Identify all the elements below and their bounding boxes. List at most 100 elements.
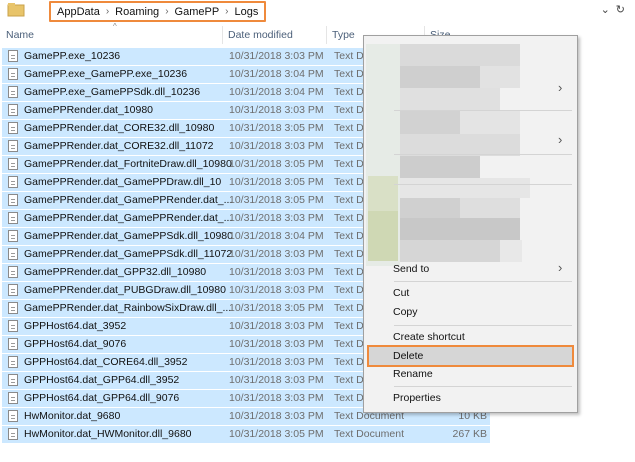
- blurred-region: [400, 44, 520, 66]
- file-name: GPPHost64.dat_9076: [24, 338, 127, 350]
- file-date: 10/31/2018 3:03 PM: [229, 248, 324, 260]
- chevron-down-icon[interactable]: ⌄: [601, 3, 610, 16]
- text-file-icon: [8, 122, 18, 134]
- blurred-region: [400, 66, 480, 88]
- blurred-region: [400, 218, 520, 240]
- file-date: 10/31/2018 3:05 PM: [229, 158, 324, 170]
- blurred-region: [400, 178, 530, 198]
- breadcrumb-item-appdata[interactable]: AppData: [57, 6, 100, 18]
- blurred-region: [400, 88, 500, 110]
- file-name: GPPHost64.dat_GPP64.dll_9076: [24, 392, 180, 404]
- breadcrumb-item-gamepp[interactable]: GamePP: [175, 6, 220, 18]
- breadcrumb-item-logs[interactable]: Logs: [235, 6, 259, 18]
- menu-separator: [394, 110, 572, 111]
- text-file-icon: [8, 302, 18, 314]
- file-date: 10/31/2018 3:04 PM: [229, 68, 324, 80]
- file-name: GPPHost64.dat_GPP64.dll_3952: [24, 374, 180, 386]
- file-name: GamePPRender.dat_CORE32.dll_11072: [24, 140, 214, 152]
- text-file-icon: [8, 230, 18, 242]
- file-type: Text Document: [334, 428, 405, 440]
- breadcrumb[interactable]: AppData › Roaming › GamePP › Logs: [49, 1, 267, 22]
- text-file-icon: [8, 320, 18, 332]
- text-file-icon: [8, 140, 18, 152]
- file-name: GamePPRender.dat_FortniteDraw.dll_10980: [24, 158, 232, 170]
- file-name: GPPHost64.dat_CORE64.dll_3952: [24, 356, 188, 368]
- file-date: 10/31/2018 3:03 PM: [229, 212, 324, 224]
- text-file-icon: [8, 374, 18, 386]
- file-name: GamePPRender.dat_PUBGDraw.dll_10980: [24, 284, 226, 296]
- file-date: 10/31/2018 3:04 PM: [229, 86, 324, 98]
- file-date: 10/31/2018 3:05 PM: [229, 302, 324, 314]
- text-file-icon: [8, 212, 18, 224]
- file-date: 10/31/2018 3:03 PM: [229, 410, 324, 422]
- file-name: GamePP.exe_GamePPSdk.dll_10236: [24, 86, 201, 98]
- file-date: 10/31/2018 3:03 PM: [229, 104, 324, 116]
- breadcrumb-item-roaming[interactable]: Roaming: [115, 6, 159, 18]
- menu-item-create-shortcut[interactable]: Create shortcut: [367, 328, 574, 346]
- menu-item-properties[interactable]: Properties: [367, 389, 574, 407]
- menu-separator: [394, 281, 572, 282]
- text-file-icon: [8, 68, 18, 80]
- file-date: 10/31/2018 3:05 PM: [229, 428, 324, 440]
- menu-item-rename[interactable]: Rename: [367, 365, 574, 383]
- blurred-region: [400, 134, 520, 156]
- text-file-icon: [8, 284, 18, 296]
- chevron-right-icon: ›: [558, 132, 563, 147]
- text-file-icon: [8, 392, 18, 404]
- breadcrumb-separator: ›: [105, 6, 110, 17]
- breadcrumb-separator: ›: [165, 6, 169, 17]
- menu-item-label: Properties: [393, 392, 441, 404]
- menu-separator: [394, 154, 572, 155]
- file-date: 10/31/2018 3:03 PM: [229, 392, 324, 404]
- text-file-icon: [8, 248, 18, 260]
- text-file-icon: [8, 356, 18, 368]
- text-file-icon: [8, 104, 18, 116]
- menu-item-cut[interactable]: Cut: [367, 284, 574, 302]
- file-name: HwMonitor.dat_9680: [24, 410, 121, 422]
- column-header-name[interactable]: Name: [6, 29, 34, 41]
- chevron-right-icon: ›: [558, 80, 563, 95]
- file-name: GamePPRender.dat_GamePPSdk.dll_10980: [24, 230, 233, 242]
- file-date: 10/31/2018 3:03 PM: [229, 338, 324, 350]
- menu-item-label: Send to: [393, 263, 430, 275]
- menu-item-send-to[interactable]: Send to: [367, 260, 574, 278]
- file-date: 10/31/2018 3:05 PM: [229, 194, 324, 206]
- text-file-icon: [8, 194, 18, 206]
- menu-separator: [394, 184, 572, 185]
- menu-item-label: Cut: [393, 287, 410, 299]
- text-file-icon: [8, 266, 18, 278]
- menu-item-label: Delete: [393, 350, 424, 362]
- menu-item-copy[interactable]: Copy: [367, 303, 574, 321]
- address-bar[interactable]: AppData › Roaming › GamePP › Logs ⌄ ↻: [0, 0, 635, 22]
- column-divider[interactable]: [326, 26, 327, 44]
- context-menu: › › Send to › Cut Copy Create shortcut D…: [363, 35, 578, 413]
- column-header-date[interactable]: Date modified: [228, 29, 293, 41]
- sort-indicator-icon: ^: [113, 22, 117, 31]
- file-name: GamePP.exe_10236: [24, 50, 121, 62]
- blurred-region: [400, 110, 460, 134]
- file-name: GPPHost64.dat_3952: [24, 320, 127, 332]
- file-name: GamePPRender.dat_GamePPDraw.dll_10: [24, 176, 222, 188]
- menu-separator: [394, 386, 572, 387]
- folder-icon: [7, 3, 25, 17]
- file-date: 10/31/2018 3:05 PM: [229, 176, 324, 188]
- text-file-icon: [8, 86, 18, 98]
- file-date: 10/31/2018 3:03 PM: [229, 266, 324, 278]
- column-header-type[interactable]: Type: [332, 29, 355, 41]
- file-date: 10/31/2018 3:04 PM: [229, 230, 324, 242]
- file-row[interactable]: HwMonitor.dat_HWMonitor.dll_9680 10/31/20…: [2, 426, 490, 443]
- menu-item-delete[interactable]: Delete: [367, 345, 574, 367]
- file-date: 10/31/2018 3:03 PM: [229, 374, 324, 386]
- file-name: GamePPRender.dat_GamePPRender.dat_...: [24, 194, 233, 206]
- file-name: GamePP.exe_GamePP.exe_10236: [24, 68, 188, 80]
- menu-item-label: Create shortcut: [393, 331, 465, 343]
- blurred-region: [480, 66, 520, 88]
- column-divider[interactable]: [222, 26, 223, 44]
- menu-item-label: Rename: [393, 368, 433, 380]
- text-file-icon: [8, 176, 18, 188]
- refresh-icon[interactable]: ↻: [616, 3, 625, 16]
- file-name: GamePPRender.dat_GamePPRender.dat_...: [24, 212, 233, 224]
- text-file-icon: [8, 50, 18, 62]
- file-date: 10/31/2018 3:03 PM: [229, 356, 324, 368]
- blurred-region: [500, 240, 522, 262]
